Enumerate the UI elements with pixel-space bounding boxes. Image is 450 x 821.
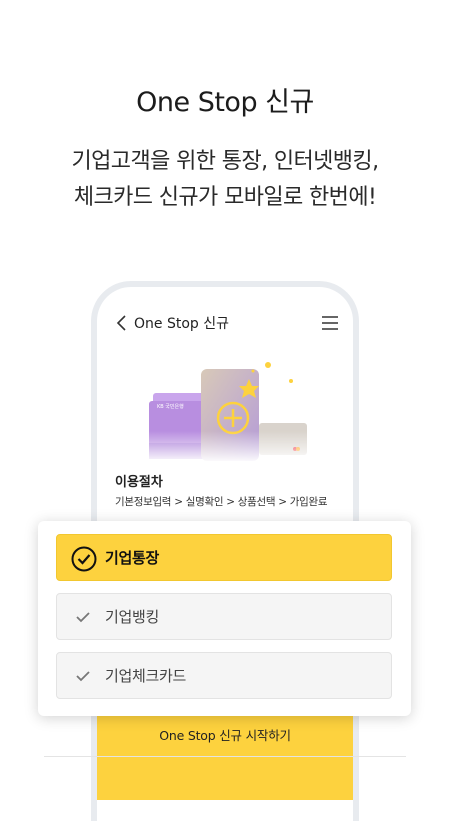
check-icon xyxy=(76,612,90,623)
promo-subtitle-line-1: 기업고객을 위한 통장, 인터넷뱅킹, xyxy=(71,149,380,174)
app-title: One Stop 신규 xyxy=(134,316,229,332)
promo-subtitle-line-2: 체크카드 신규가 모바일로 한번에! xyxy=(73,185,377,210)
option-business-banking[interactable]: 기업뱅킹 xyxy=(56,593,392,640)
promo-headline: One Stop 신규 xyxy=(136,87,314,118)
option-label: 기업통장 xyxy=(105,549,160,567)
chevron-left-icon[interactable] xyxy=(114,314,130,332)
divider xyxy=(44,756,406,757)
product-illustration: KB 국민은행 xyxy=(123,362,337,463)
product-selection-card: 기업통장 기업뱅킹 기업체크카드 xyxy=(38,521,411,716)
svg-text:KB 국민은행: KB 국민은행 xyxy=(157,403,184,410)
option-label: 기업뱅킹 xyxy=(105,608,160,626)
app-header: One Stop 신규 xyxy=(97,311,353,335)
option-label: 기업체크카드 xyxy=(105,667,187,685)
check-icon xyxy=(76,671,90,682)
option-business-check-card[interactable]: 기업체크카드 xyxy=(56,652,392,699)
procedure-title: 이용절차 xyxy=(115,475,163,490)
check-circle-icon xyxy=(71,546,97,572)
start-button-label: One Stop 신규 시작하기 xyxy=(159,728,291,743)
hamburger-menu-icon[interactable] xyxy=(321,315,339,331)
option-business-account[interactable]: 기업통장 xyxy=(56,534,392,581)
procedure-steps: 기본정보입력 > 실명확인 > 상품선택 > 가입완료 xyxy=(115,496,328,508)
